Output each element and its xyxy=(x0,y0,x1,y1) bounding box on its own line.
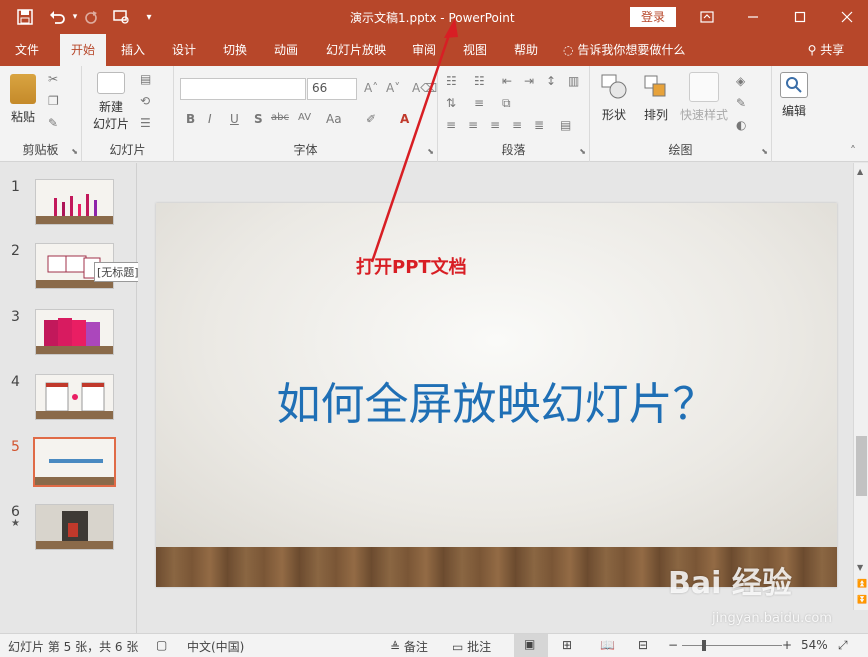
scroll-down-icon[interactable]: ▼ xyxy=(857,563,863,572)
zoom-slider-thumb[interactable] xyxy=(702,640,706,651)
zoom-in-icon[interactable]: + xyxy=(782,638,792,652)
notes-button[interactable]: ≜ 备注 xyxy=(390,638,428,655)
slideshow-view-icon[interactable]: ⊟ xyxy=(638,638,648,652)
zoom-level[interactable]: 54% xyxy=(801,638,828,652)
status-bar: 幻灯片 第 5 张，共 6 张 ▢ 中文(中国) ≜ 备注 ▭ 批注 ▣ ⊞ 📖… xyxy=(0,633,868,657)
language-indicator[interactable]: 中文(中国) xyxy=(187,638,244,655)
comments-button[interactable]: ▭ 批注 xyxy=(452,638,491,655)
vertical-scrollbar[interactable]: ▲ ▼ ⏫ ⏬ xyxy=(853,163,868,610)
annotation-label: 打开PPT文档 xyxy=(356,257,467,278)
zoom-slider-track[interactable] xyxy=(682,645,782,646)
baidu-watermark-logo: Bai 经验 xyxy=(668,566,792,601)
next-slide-icon[interactable]: ⏬ xyxy=(857,595,867,604)
notes-label: 备注 xyxy=(403,640,428,654)
zoom-out-icon[interactable]: − xyxy=(668,638,678,652)
comments-label: 批注 xyxy=(467,640,492,654)
slide-sorter-icon[interactable]: ⊞ xyxy=(562,638,572,652)
normal-view-icon: ▣ xyxy=(524,637,536,651)
spell-check-icon[interactable]: ▢ xyxy=(156,638,167,652)
slide-counter: 幻灯片 第 5 张，共 6 张 xyxy=(8,640,139,654)
fit-to-window-icon[interactable]: ⤢ xyxy=(838,638,848,653)
scrollbar-thumb[interactable] xyxy=(856,436,867,496)
normal-view-button[interactable]: ▣ xyxy=(514,634,548,657)
scroll-up-icon[interactable]: ▲ xyxy=(857,167,863,176)
notes-icon: ≜ xyxy=(390,640,401,654)
previous-slide-icon[interactable]: ⏫ xyxy=(857,579,867,588)
reading-view-icon[interactable]: 📖 xyxy=(600,638,615,652)
comment-icon: ▭ xyxy=(452,640,464,654)
baidu-watermark-url: jingyan.baidu.com xyxy=(712,611,832,626)
